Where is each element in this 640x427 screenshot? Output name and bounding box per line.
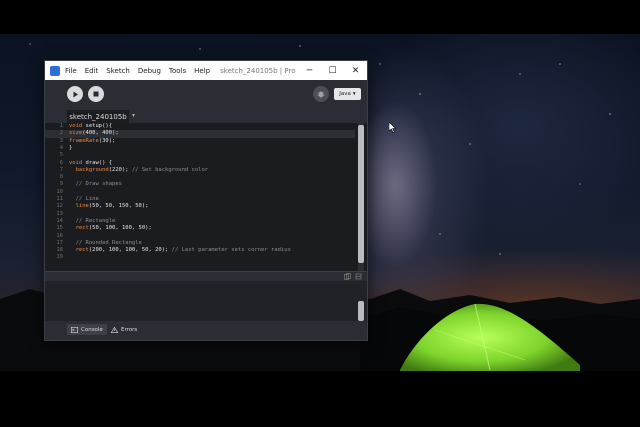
processing-app-icon (50, 65, 60, 76)
warning-icon (111, 326, 118, 333)
code-line[interactable]: 18 rect(200, 100, 100, 50, 20); // Last … (45, 247, 355, 254)
line-number: 19 (56, 254, 63, 261)
copy-icon[interactable] (344, 273, 351, 280)
line-number: 18 (56, 247, 63, 254)
console-icon (71, 326, 78, 333)
clear-console-icon[interactable] (355, 273, 362, 280)
console-tabs: Console Errors (45, 321, 367, 340)
line-number: 11 (56, 196, 63, 202)
code-line[interactable]: 6 void draw() { (45, 160, 355, 167)
code-line[interactable]: 12 line(50, 50, 150, 50); (45, 203, 355, 210)
minimize-button[interactable]: ─ (298, 66, 321, 76)
line-number: 3 (59, 137, 63, 144)
tab-menu-chevron-icon[interactable]: ▾ (132, 112, 140, 121)
close-button[interactable]: ✕ (344, 66, 367, 76)
console-scrollbar[interactable] (358, 301, 364, 321)
mouse-cursor-icon (389, 122, 397, 133)
stop-button[interactable] (88, 86, 104, 102)
chevron-down-icon: ▾ (352, 91, 356, 97)
code-line[interactable]: 13 (45, 211, 355, 218)
menu-help[interactable]: Help (194, 67, 210, 75)
menu-sketch[interactable]: Sketch (106, 67, 130, 75)
console-tab[interactable]: Console (67, 324, 107, 335)
mode-label: Java (339, 91, 351, 97)
code-line[interactable]: 1 void setup(){ (45, 123, 355, 130)
maximize-button[interactable]: ☐ (321, 66, 344, 76)
line-number: 9 (59, 181, 63, 188)
line-number: 8 (59, 174, 63, 181)
code-line[interactable]: 2 size(400, 400); (45, 130, 355, 138)
tab-sketch[interactable]: sketch_240105b (67, 110, 129, 123)
menu-file[interactable]: File (65, 67, 77, 75)
line-number: 2 (59, 130, 63, 137)
window-controls: ─ ☐ ✕ (298, 66, 367, 76)
line-number: 5 (59, 152, 63, 159)
line-number: 6 (59, 159, 63, 166)
code-line[interactable]: 19 (45, 254, 355, 261)
code-line[interactable]: 16 (45, 233, 355, 240)
line-number: 12 (56, 203, 63, 210)
code-line[interactable]: 4} (45, 145, 355, 152)
code-line[interactable]: 5 (45, 152, 355, 159)
line-number: 7 (59, 166, 63, 173)
code-line[interactable]: 14 // Rectangle (45, 218, 355, 225)
title-bar: File Edit Sketch Debug Tools Help sketch… (45, 61, 367, 80)
line-number: 16 (56, 232, 63, 239)
run-button[interactable] (67, 86, 83, 102)
editor-scrollbar[interactable] (358, 123, 364, 271)
glowing-tent (400, 303, 580, 371)
code-editor[interactable]: 1 void setup(){2 size(400, 400); 3 frameRate… (45, 123, 367, 271)
code-line[interactable]: 10 (45, 189, 355, 196)
editor-scrollbar-thumb[interactable] (358, 125, 364, 263)
line-number: 10 (56, 188, 63, 195)
mode-selector[interactable]: Java ▾ (334, 88, 361, 100)
menu-tools[interactable]: Tools (169, 67, 186, 75)
console-output[interactable] (45, 281, 367, 321)
stop-icon (93, 91, 99, 97)
line-number: 14 (56, 217, 63, 224)
code-line[interactable]: 11 // Line (45, 196, 355, 203)
errors-tab[interactable]: Errors (107, 324, 141, 335)
menu-debug[interactable]: Debug (138, 67, 161, 75)
line-number: 17 (56, 239, 63, 246)
console-tab-label: Console (81, 326, 103, 333)
sketch-tab-bar: sketch_240105b ▾ (45, 110, 367, 123)
line-number: 13 (56, 210, 63, 217)
debug-button[interactable] (313, 86, 329, 102)
line-number: 4 (59, 144, 63, 151)
code-line[interactable]: 9 // Draw shapes (45, 181, 355, 188)
code-line[interactable]: 15 rect(50, 100, 100, 50); (45, 225, 355, 232)
code-line[interactable]: 3 frameRate(30); (45, 138, 355, 145)
code-line[interactable]: 7 background(220); // Set background col… (45, 167, 355, 174)
line-number: 15 (56, 225, 63, 232)
code-line[interactable]: 8 (45, 174, 355, 181)
processing-ide-window: File Edit Sketch Debug Tools Help sketch… (44, 60, 368, 341)
bug-icon (317, 91, 325, 98)
code-line[interactable]: 17 // Rounded Rectangle (45, 240, 355, 247)
menu-edit[interactable]: Edit (85, 67, 99, 75)
errors-tab-label: Errors (121, 326, 138, 333)
play-icon (73, 91, 78, 97)
toolbar: Java ▾ (45, 80, 367, 110)
window-title: sketch_240105b | Proces... (220, 66, 296, 75)
line-number: 1 (59, 123, 63, 129)
